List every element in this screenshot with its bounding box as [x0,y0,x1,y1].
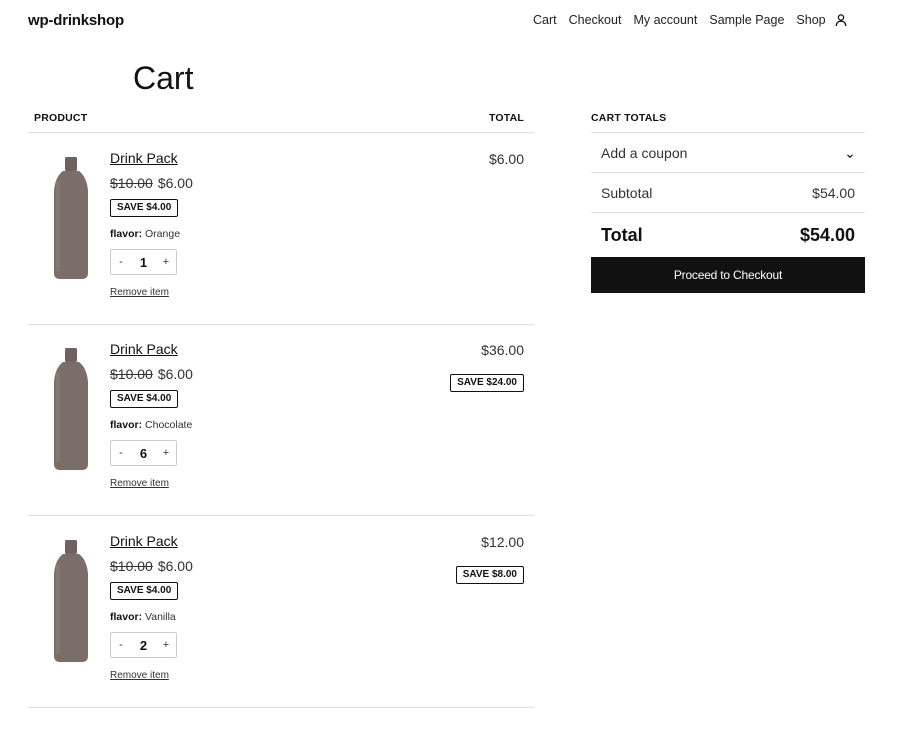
meta-key: flavor: [110,228,143,240]
nav-my-account[interactable]: My account [633,13,697,27]
sale-price: $6.00 [157,558,193,574]
main-nav: Cart Checkout My account Sample Page Sho… [533,13,848,27]
quantity-input[interactable]: 2 [140,638,147,653]
increase-quantity-button[interactable]: + [161,256,171,268]
product-name-link[interactable]: Drink Pack [110,532,178,550]
cart-item-row: Drink Pack $10.00 $6.00 SAVE $4.00 flavor… [28,133,534,325]
nav-checkout[interactable]: Checkout [569,13,622,27]
coupon-toggle[interactable]: Add a coupon [591,133,865,173]
decrease-quantity-button[interactable]: - [116,639,126,651]
cart-totals: CART TOTALS Add a coupon Subtotal $54.00… [591,112,865,293]
total-row: Total $54.00 [591,213,865,257]
item-details: Drink Pack $10.00 $6.00 SAVE $4.00 flavor… [110,340,360,491]
meta-value: Chocolate [145,419,193,431]
nav-sample-page[interactable]: Sample Page [709,13,784,27]
item-details: Drink Pack $10.00 $6.00 SAVE $4.00 flavor… [110,532,360,683]
column-header-total: TOTAL [488,112,524,124]
remove-item-link[interactable]: Remove item [110,478,169,489]
increase-quantity-button[interactable]: + [161,639,171,651]
cart-totals-heading: CART TOTALS [591,112,865,133]
total-label: Total [601,224,643,245]
quantity-stepper: - 2 + [110,632,177,658]
unit-save-badge: SAVE $4.00 [110,199,179,217]
line-total: $12.00 [481,534,524,550]
unit-save-badge: SAVE $4.00 [110,582,179,600]
regular-price: $10.00 [110,175,153,191]
product-image[interactable] [50,151,92,281]
product-image[interactable] [50,534,92,664]
item-price: $10.00 $6.00 [110,366,360,383]
coupon-label: Add a coupon [601,144,688,161]
regular-price: $10.00 [110,558,153,574]
subtotal-value: $54.00 [812,184,855,201]
cart-item-row: Drink Pack $10.00 $6.00 SAVE $4.00 flavor… [28,516,534,708]
page-title: Cart [133,60,194,96]
sale-price: $6.00 [157,175,193,191]
meta-key: flavor: [110,419,143,431]
meta-value: Vanilla [145,611,176,623]
meta-value: Orange [145,228,181,240]
cart-item-row: Drink Pack $10.00 $6.00 SAVE $4.00 flavor… [28,324,534,516]
product-image[interactable] [50,342,92,472]
cart-table-header: PRODUCT TOTAL [28,112,534,133]
quantity-stepper: - 6 + [110,440,177,466]
nav-shop[interactable]: Shop [796,13,825,27]
site-title[interactable]: wp-drinkshop [28,12,124,29]
quantity-stepper: - 1 + [110,249,177,275]
item-price: $10.00 $6.00 [110,175,360,192]
remove-item-link[interactable]: Remove item [110,670,169,681]
item-meta: flavor: Chocolate [110,419,360,431]
decrease-quantity-button[interactable]: - [116,256,126,268]
proceed-to-checkout-button[interactable]: Proceed to Checkout [591,257,865,293]
subtotal-label: Subtotal [601,184,653,201]
remove-item-link[interactable]: Remove item [110,287,169,298]
account-icon[interactable] [834,13,848,27]
line-total: $36.00 [481,342,524,358]
product-name-link[interactable]: Drink Pack [110,149,178,167]
product-name-link[interactable]: Drink Pack [110,340,178,358]
regular-price: $10.00 [110,366,153,382]
nav-cart[interactable]: Cart [533,13,557,27]
item-price: $10.00 $6.00 [110,558,360,575]
quantity-input[interactable]: 6 [140,446,147,461]
quantity-input[interactable]: 1 [140,255,147,270]
decrease-quantity-button[interactable]: - [116,447,126,459]
line-save-badge: SAVE $24.00 [450,374,524,392]
chevron-down-icon[interactable] [845,148,855,158]
subtotal-row: Subtotal $54.00 [591,173,865,213]
increase-quantity-button[interactable]: + [161,447,171,459]
item-meta: flavor: Vanilla [110,611,360,623]
item-meta: flavor: Orange [110,228,360,240]
column-header-product: PRODUCT [34,112,88,124]
sale-price: $6.00 [157,366,193,382]
total-value: $54.00 [799,224,855,245]
line-total: $6.00 [488,151,524,167]
meta-key: flavor: [110,611,143,623]
line-save-badge: SAVE $8.00 [455,566,524,584]
item-details: Drink Pack $10.00 $6.00 SAVE $4.00 flavor… [110,149,360,300]
unit-save-badge: SAVE $4.00 [110,390,179,408]
